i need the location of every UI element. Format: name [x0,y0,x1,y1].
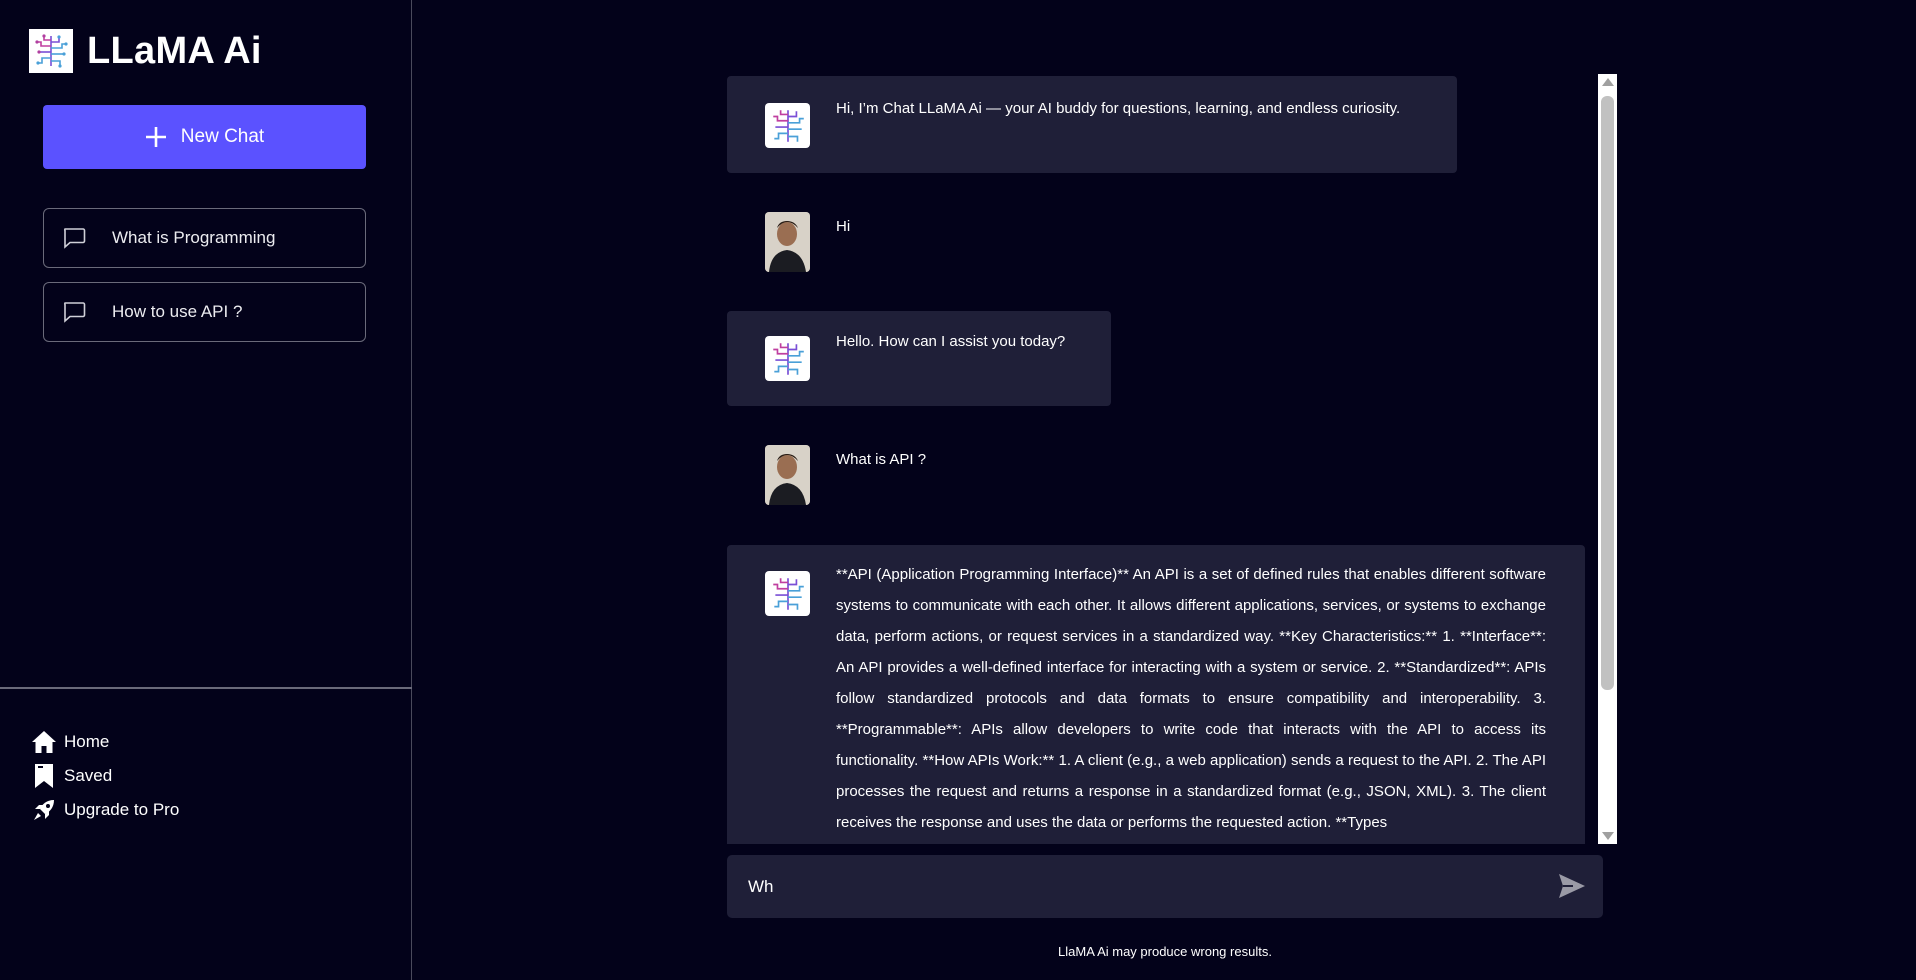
new-chat-button[interactable]: New Chat [43,105,366,169]
message-input-box [727,855,1603,918]
disclaimer-text: LlaMA Ai may produce wrong results. [1058,944,1272,959]
nav-saved[interactable]: Saved [31,759,179,793]
sidebar-divider [0,687,412,689]
message-text: What is API ? [836,451,927,468]
bot-avatar-icon [765,571,810,616]
bot-avatar-icon [765,336,810,381]
chat-messages[interactable]: Hi, I’m Chat LLaMA Ai — your AI buddy fo… [727,74,1617,844]
history-item-how-to-use-api[interactable]: How to use API ? [43,282,366,342]
nav-home-label: Home [64,732,110,751]
message-input[interactable] [748,876,1528,897]
history-item-what-is-programming[interactable]: What is Programming [43,208,366,268]
bookmark-icon [31,763,57,789]
chat-bubble-icon [62,301,86,323]
scroll-down-arrow-icon[interactable] [1602,832,1614,840]
user-avatar [765,212,810,272]
rocket-icon [31,797,57,823]
scroll-thumb[interactable] [1601,96,1614,690]
nav-home[interactable]: Home [31,725,179,759]
nav-upgrade[interactable]: Upgrade to Pro [31,793,179,827]
bottom-nav: Home Saved Upgrade to Pro [31,725,179,827]
history-item-label: How to use API ? [112,302,243,321]
message-text: Hi [836,218,851,235]
plus-icon [145,126,167,148]
new-chat-label: New Chat [180,126,265,147]
brand[interactable]: LLaMA Ai [29,29,262,73]
assistant-message: Hello. How can I assist you today? [727,311,1111,406]
home-icon [31,729,57,755]
scroll-up-arrow-icon[interactable] [1602,78,1614,86]
sidebar: LLaMA Ai New Chat What is Programming Ho… [0,0,412,980]
history-item-label: What is Programming [112,228,276,247]
nav-upgrade-label: Upgrade to Pro [64,800,180,819]
assistant-message: **API (Application Programming Interface… [727,545,1585,844]
send-icon[interactable] [1557,871,1587,901]
chat-scrollbar[interactable] [1598,74,1617,844]
bot-avatar-icon [765,103,810,148]
circuit-brain-icon [29,29,73,73]
user-message: Hi [727,174,1457,286]
chat-bubble-icon [62,227,86,249]
message-text: Hello. How can I assist you today? [836,333,1066,350]
user-avatar [765,445,810,505]
nav-saved-label: Saved [64,766,113,785]
message-text: Hi, I’m Chat LLaMA Ai — your AI buddy fo… [836,100,1401,117]
app-title: LLaMA Ai [87,29,262,72]
user-message: What is API ? [727,407,1457,519]
assistant-message: Hi, I’m Chat LLaMA Ai — your AI buddy fo… [727,76,1457,173]
message-text: **API (Application Programming Interface… [836,566,1546,831]
